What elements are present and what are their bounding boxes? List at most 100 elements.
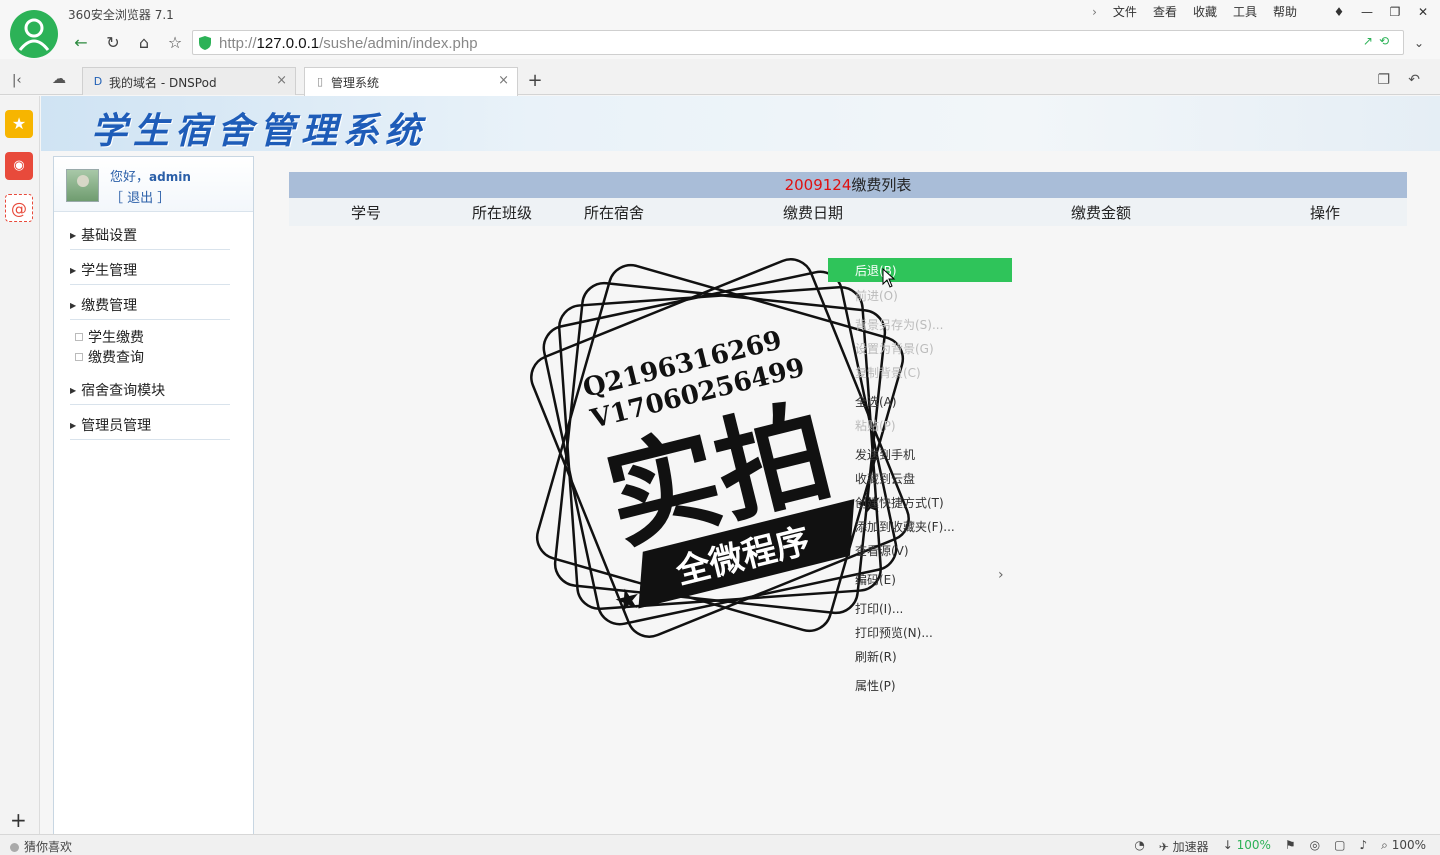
- maximize-button[interactable]: ❐: [1384, 2, 1406, 22]
- zoom-level[interactable]: ⌕ 100%: [1381, 838, 1426, 855]
- menu-tools[interactable]: 工具: [1225, 4, 1265, 20]
- share-icon[interactable]: ↗⟲: [1363, 34, 1395, 48]
- ctx-save-to-cloud[interactable]: 收藏到云盘: [855, 470, 915, 487]
- student-id: 2009124: [784, 176, 852, 194]
- app-title: 360安全浏览器 7.1: [68, 8, 174, 22]
- guess-you-like[interactable]: 猜你喜欢: [10, 838, 72, 855]
- menu-view[interactable]: 查看: [1145, 4, 1185, 20]
- sound-icon[interactable]: ♪: [1359, 838, 1367, 855]
- address-bar[interactable]: http://127.0.0.1/sushe/admin/index.php ↗…: [192, 30, 1404, 55]
- menu-fee-management[interactable]: ▶ 缴费管理: [70, 295, 230, 320]
- tab-close-icon[interactable]: ×: [276, 73, 287, 88]
- triangle-right-icon: ▶: [70, 386, 77, 395]
- ctx-save-background[interactable]: 背景另存为(S)...: [855, 316, 943, 333]
- col-pay-date: 缴费日期: [783, 204, 844, 222]
- sidebar-toggle-icon[interactable]: |‹: [12, 73, 22, 88]
- minimize-button[interactable]: —: [1356, 2, 1378, 22]
- tab-dnspod[interactable]: D 我的域名 - DNSPod ×: [82, 67, 296, 95]
- ctx-select-all[interactable]: 全选(A): [855, 393, 897, 410]
- favorites-star-icon[interactable]: ★: [5, 110, 33, 138]
- shield-icon: [199, 36, 211, 50]
- undo-close-icon[interactable]: ↶: [1408, 72, 1420, 88]
- accelerator-button[interactable]: ✈ 加速器: [1159, 838, 1209, 855]
- dnspod-icon: D: [93, 75, 103, 88]
- triangle-right-icon: ▶: [70, 266, 77, 275]
- left-menu-panel: 您好，admin ［ 退出 ］ ▶ 基础设置 ▶ 学生管理 ▶ 缴费管理 学生缴费 缴…: [53, 156, 254, 834]
- ctx-print[interactable]: 打印(I)...: [855, 600, 903, 617]
- submenu-payment-query[interactable]: 缴费查询: [75, 347, 144, 367]
- new-tab-button[interactable]: +: [524, 71, 546, 93]
- tab-list-icon[interactable]: ❐: [1377, 72, 1390, 88]
- weibo-icon[interactable]: ◉: [5, 152, 33, 180]
- ctx-back[interactable]: 后退(B): [828, 258, 1012, 282]
- cleanup-icon[interactable]: ◎: [1310, 838, 1320, 855]
- site-banner: 学生宿舍管理系统: [41, 96, 1440, 152]
- menu-file[interactable]: 文件: [1105, 4, 1145, 20]
- nav-bar: ← ↻ ⌂ ☆ http://127.0.0.1/sushe/admin/ind…: [0, 27, 1440, 59]
- ctx-refresh[interactable]: 刷新(R): [855, 648, 897, 665]
- speed-icon[interactable]: ◔: [1134, 838, 1144, 855]
- menu-basic-settings[interactable]: ▶ 基础设置: [70, 225, 230, 250]
- ctx-view-source[interactable]: 查看源(V): [855, 542, 909, 559]
- site-title: 学生宿舍管理系统: [91, 110, 428, 152]
- tab-admin[interactable]: ▯ 管理系统 ×: [304, 67, 518, 96]
- ctx-properties[interactable]: 属性(P): [855, 677, 896, 694]
- chevron-down-icon[interactable]: ⌄: [1408, 32, 1430, 54]
- table-header: 学号 所在班级 所在宿舍 缴费日期 缴费金额 操作: [289, 198, 1407, 226]
- greeting: 您好，admin: [110, 170, 191, 185]
- ctx-forward[interactable]: 前进(O): [855, 287, 898, 304]
- logout-link[interactable]: ［ 退出 ］: [110, 187, 170, 206]
- menu-admin-management[interactable]: ▶ 管理员管理: [70, 415, 230, 440]
- ctx-paste[interactable]: 粘贴(P): [855, 417, 896, 434]
- refresh-icon[interactable]: ↻: [102, 32, 124, 54]
- submenu-student-payment[interactable]: 学生缴费: [75, 327, 144, 347]
- mouse-cursor-icon: [882, 268, 896, 288]
- cloud-icon[interactable]: ☁: [52, 71, 66, 87]
- ctx-create-shortcut[interactable]: 创建快捷方式(T): [855, 494, 944, 511]
- menu-favorites[interactable]: 收藏: [1185, 4, 1225, 20]
- ctx-set-background[interactable]: 设置为背景(G): [855, 340, 934, 357]
- menu-student-management[interactable]: ▶ 学生管理: [70, 260, 230, 285]
- mail-icon[interactable]: @: [5, 194, 33, 222]
- triangle-right-icon: ▶: [70, 421, 77, 430]
- context-menu: 后退(B) 前进(O) 背景另存为(S)... 设置为背景(G) 复制背景(C)…: [828, 258, 1012, 698]
- ctx-print-preview[interactable]: 打印预览(N)...: [855, 624, 933, 641]
- star-icon[interactable]: ☆: [164, 32, 186, 54]
- tab-bar: |‹ ☁ D 我的域名 - DNSPod × ▯ 管理系统 × + ❐ ↶: [0, 59, 1440, 96]
- bullet-icon: [75, 333, 83, 341]
- menu-bar: › 文件 查看 收藏 工具 帮助: [1084, 4, 1305, 20]
- window-icon[interactable]: ▢: [1334, 838, 1345, 855]
- ctx-send-to-phone[interactable]: 发送到手机: [855, 446, 915, 463]
- back-arrow-icon[interactable]: ←: [70, 32, 92, 54]
- home-icon[interactable]: ⌂: [133, 32, 155, 54]
- payment-list: 2009124缴费列表 学号 所在班级 所在宿舍 缴费日期 缴费金额 操作: [289, 172, 1407, 226]
- triangle-right-icon: ▶: [70, 301, 77, 310]
- ctx-encoding[interactable]: 编码(E): [855, 571, 896, 588]
- chevron-right-icon[interactable]: ›: [1084, 4, 1105, 20]
- list-title: 2009124缴费列表: [289, 172, 1407, 198]
- chevron-right-icon: ›: [998, 567, 1004, 583]
- add-icon[interactable]: +: [10, 808, 27, 832]
- triangle-right-icon: ▶: [70, 231, 77, 240]
- left-sidebar: ★ ◉ @ +: [0, 96, 40, 834]
- star-icon: ★: [610, 580, 645, 620]
- status-bar: 猜你喜欢 ◔ ✈ 加速器 ↓ 100% ⚑ ◎ ▢ ♪ ⌕ 100%: [0, 834, 1440, 855]
- close-window-button[interactable]: ✕: [1412, 2, 1434, 22]
- ctx-add-favorite[interactable]: 添加到收藏夹(F)...: [855, 518, 955, 535]
- download-speed[interactable]: ↓ 100%: [1223, 838, 1271, 855]
- menu-dorm-query[interactable]: ▶ 宿舍查询模块: [70, 380, 230, 405]
- bullet-icon: [75, 353, 83, 361]
- menu-help[interactable]: 帮助: [1265, 4, 1305, 20]
- tab-close-icon[interactable]: ×: [498, 73, 509, 88]
- col-amount: 缴费金额: [1071, 204, 1132, 222]
- title-bar: 360安全浏览器 7.1 › 文件 查看 收藏 工具 帮助 ♦ — ❐ ✕: [0, 0, 1440, 27]
- avatar: [66, 169, 99, 202]
- url-text[interactable]: http://127.0.0.1/sushe/admin/index.php: [219, 35, 478, 52]
- skin-icon[interactable]: ♦: [1328, 2, 1350, 22]
- col-student-no: 学号: [351, 204, 382, 222]
- page-icon: ▯: [316, 75, 324, 88]
- ctx-copy-background[interactable]: 复制背景(C): [855, 364, 921, 381]
- status-tools: ◔ ✈ 加速器 ↓ 100% ⚑ ◎ ▢ ♪ ⌕ 100%: [1134, 838, 1426, 855]
- browser-logo-icon[interactable]: [10, 10, 58, 58]
- flag-icon[interactable]: ⚑: [1285, 838, 1296, 855]
